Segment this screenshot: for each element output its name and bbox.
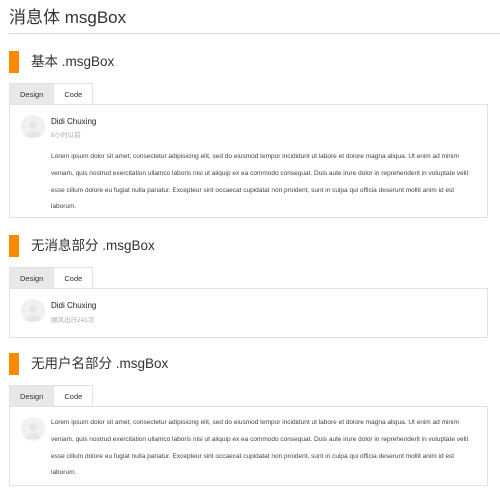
user-avatar-icon — [21, 115, 45, 139]
msg-username: Didi Chuxing — [51, 301, 97, 310]
tab-bar: Design Code — [9, 385, 94, 407]
tab-design[interactable]: Design — [9, 385, 55, 407]
section-no-message: 无消息部分 .msgBox Design Code Didi Chuxing 顺… — [9, 235, 500, 338]
user-avatar-icon — [21, 299, 45, 323]
tab-design[interactable]: Design — [9, 267, 55, 289]
tab-code[interactable]: Code — [54, 385, 94, 407]
section-title: 无用户名部分 .msgBox — [31, 356, 169, 371]
section-title: 基本 .msgBox — [31, 54, 115, 69]
section-header: 无消息部分 .msgBox — [9, 235, 500, 257]
msg-username: Didi Chuxing — [51, 117, 97, 126]
tab-bar: Design Code — [9, 267, 94, 289]
msg-body: Lorem ipsum dolor sit amet, consectetur … — [51, 419, 469, 477]
section-header: 基本 .msgBox — [9, 51, 500, 73]
section-accent-bar — [9, 51, 19, 73]
msg-timestamp: 8小时以前 — [51, 132, 81, 139]
msg-body: Lorem ipsum dolor sit amet, consectetur … — [51, 153, 469, 211]
tab-design[interactable]: Design — [9, 83, 55, 105]
msgbox-panel: Didi Chuxing 8小时以前 Lorem ipsum dolor sit… — [9, 104, 488, 218]
section-accent-bar — [9, 235, 19, 257]
msgbox-panel: Didi Chuxing 顺风出行241次 — [9, 288, 488, 338]
page-title: 消息体 msgBox — [9, 8, 127, 27]
section-basic: 基本 .msgBox Design Code Didi Chuxing 8小时以… — [9, 51, 500, 218]
tab-code[interactable]: Code — [54, 83, 94, 105]
section-accent-bar — [9, 353, 19, 375]
section-title: 无消息部分 .msgBox — [31, 238, 155, 253]
section-header: 无用户名部分 .msgBox — [9, 353, 500, 375]
title-divider — [9, 33, 500, 34]
section-no-username: 无用户名部分 .msgBox Design Code Lorem ipsum d… — [9, 353, 500, 486]
msg-meta: 顺风出行241次 — [51, 317, 95, 324]
msgbox-panel: Lorem ipsum dolor sit amet, consectetur … — [9, 406, 488, 486]
tab-bar: Design Code — [9, 83, 94, 105]
tab-code[interactable]: Code — [54, 267, 94, 289]
user-avatar-icon — [21, 417, 45, 441]
